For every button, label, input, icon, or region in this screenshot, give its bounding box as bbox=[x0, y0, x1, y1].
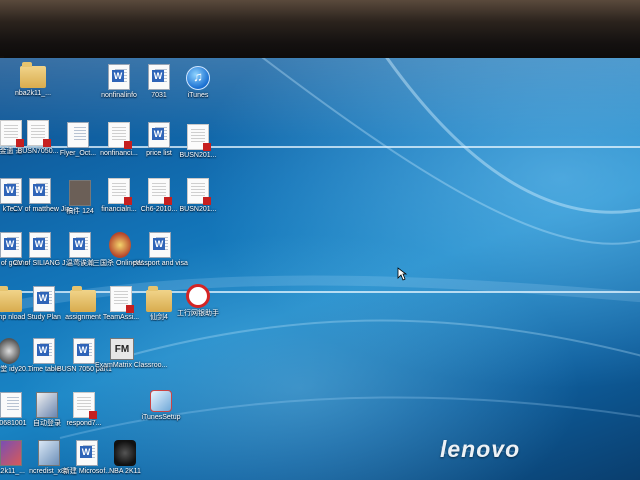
pdf-doc-icon bbox=[148, 178, 172, 205]
word-doc-icon bbox=[67, 122, 89, 148]
pdf-doc-icon bbox=[187, 124, 211, 151]
word-doc-icon: W bbox=[29, 232, 51, 258]
exammatrix-icon: FM bbox=[110, 338, 134, 360]
game-icon bbox=[114, 440, 136, 466]
mouse-cursor-icon bbox=[397, 267, 407, 281]
desktop[interactable]: nba2k11_... W nonfinalinfo W 7031 ♫ iTun… bbox=[0, 58, 640, 480]
pdf-doc-icon bbox=[108, 178, 132, 205]
app-icon bbox=[0, 440, 22, 466]
desktop-icon-nba2k11-game[interactable]: NBA 2K11 bbox=[98, 440, 152, 476]
word-doc-icon: W bbox=[108, 64, 130, 90]
desktop-icon-itunessetup[interactable]: iTunesSetup bbox=[134, 390, 188, 422]
image-icon bbox=[69, 180, 91, 206]
doc-icon bbox=[0, 392, 22, 418]
word-doc-icon: W bbox=[148, 122, 170, 148]
desktop-icon-busn201-a[interactable]: BUSN201... bbox=[171, 124, 225, 160]
pdf-doc-icon bbox=[73, 392, 97, 419]
folder-icon bbox=[20, 62, 46, 88]
word-doc-icon: W bbox=[69, 232, 91, 258]
game-icon bbox=[109, 232, 131, 258]
pdf-doc-icon bbox=[27, 120, 51, 147]
app-icon bbox=[36, 392, 58, 418]
word-doc-icon: W bbox=[149, 232, 171, 258]
folder-icon bbox=[70, 286, 96, 312]
itunes-icon: ♫ bbox=[186, 66, 210, 90]
monitor-bezel bbox=[0, 0, 640, 62]
folder-icon bbox=[146, 286, 172, 312]
word-doc-icon: W bbox=[76, 440, 98, 466]
installer-icon bbox=[150, 390, 172, 412]
pdf-doc-icon bbox=[187, 178, 211, 205]
word-doc-icon: W bbox=[33, 338, 55, 364]
word-doc-icon: W bbox=[73, 338, 95, 364]
word-doc-icon: W bbox=[29, 178, 51, 204]
bank-icon bbox=[186, 284, 210, 308]
desktop-icon-itunes[interactable]: ♫ iTunes bbox=[171, 66, 225, 100]
desktop-icon-busn201-b[interactable]: BUSN201... bbox=[171, 178, 225, 214]
desktop-icon-passport-visa[interactable]: W passport and visa bbox=[133, 232, 188, 268]
word-doc-icon: W bbox=[33, 286, 55, 312]
installer-icon bbox=[38, 440, 60, 466]
desktop-icon-icbc-helper[interactable]: 工行网银助手 bbox=[171, 284, 225, 318]
desktop-icon-exammatrix[interactable]: FM ExamMatrix Classroo... bbox=[95, 338, 167, 370]
pdf-doc-icon bbox=[110, 286, 134, 313]
pdf-doc-icon bbox=[108, 122, 132, 149]
desktop-icon-respond7[interactable]: respond7... bbox=[57, 392, 111, 428]
word-doc-icon: W bbox=[148, 64, 170, 90]
lenovo-logo-reflection: lenovo bbox=[440, 444, 521, 456]
desktop-icon-nba2k11-folder[interactable]: nba2k11_... bbox=[6, 62, 60, 98]
